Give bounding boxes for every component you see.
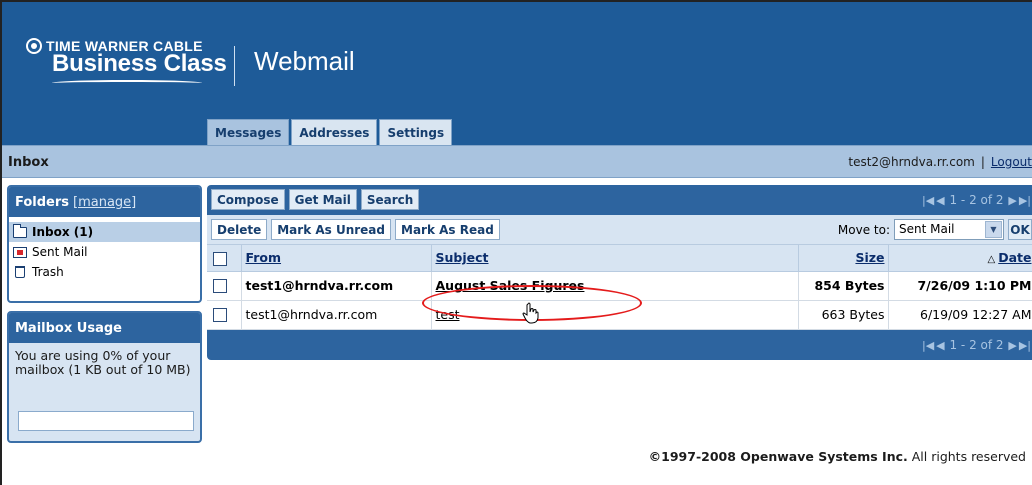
row-size: 663 Bytes [798, 300, 889, 330]
subject-header: Subject [431, 245, 799, 272]
prev-page-icon[interactable]: ◀ [936, 194, 944, 207]
trash-icon [12, 264, 28, 280]
first-page-icon[interactable]: |◀ [922, 194, 934, 207]
move-to-label: Move to: [837, 222, 890, 237]
row-checkbox-cell [207, 271, 242, 301]
copyright-rest: All rights reserved [907, 449, 1026, 464]
webmail-window: TIME WARNER CABLE Business Class Webmail… [0, 0, 1032, 485]
last-page-icon[interactable]: ▶| [1019, 194, 1031, 207]
logo-divider [234, 46, 235, 86]
folders-title: Folders [15, 195, 70, 210]
mark-read-button[interactable]: Mark As Read [395, 219, 500, 240]
move-to-select[interactable]: Sent Mail ▼ [894, 219, 1004, 240]
pager-range: 1 - 2 of 2 [949, 337, 1004, 352]
date-header: △ Date [888, 245, 1032, 272]
table-row[interactable]: test1@hrndva.rr.com test 663 Bytes 6/19/… [207, 300, 1032, 330]
usage-progress-bar [18, 411, 194, 431]
row-checkbox-cell [207, 300, 242, 330]
search-button[interactable]: Search [360, 189, 420, 210]
user-email: test2@hrndva.rr.com [848, 155, 975, 169]
header: TIME WARNER CABLE Business Class Webmail… [2, 2, 1032, 146]
table-header-row: From Subject Size △ Date [207, 245, 1032, 272]
copyright-owner: ©1997-2008 Openwave Systems Inc. [648, 449, 908, 464]
tab-messages[interactable]: Messages [207, 119, 290, 146]
bottom-toolbar: |◀ ◀ 1 - 2 of 2 ▶ ▶| [207, 329, 1032, 360]
location-bar: Inbox test2@hrndva.rr.com | Logout [2, 145, 1032, 178]
prev-page-icon[interactable]: ◀ [936, 339, 944, 352]
pager-range: 1 - 2 of 2 [949, 193, 1004, 207]
row-date: 6/19/09 12:27 AM [888, 300, 1032, 330]
user-info: test2@hrndva.rr.com | Logout [848, 155, 1032, 169]
folder-inbox[interactable]: Inbox (1) [9, 222, 200, 242]
tab-settings[interactable]: Settings [379, 119, 453, 145]
eye-logo-icon [26, 38, 42, 54]
folders-header: Folders [manage] [9, 187, 200, 217]
delete-button[interactable]: Delete [211, 219, 268, 240]
get-mail-button[interactable]: Get Mail [288, 189, 357, 210]
user-separator: | [980, 155, 985, 169]
message-table: From Subject Size △ Date test1@hrndva.rr.… [207, 245, 1032, 330]
logout-link[interactable]: Logout [991, 155, 1032, 169]
tab-addresses[interactable]: Addresses [291, 119, 378, 145]
from-header: From [241, 245, 432, 272]
mark-unread-button[interactable]: Mark As Unread [271, 219, 391, 240]
main-tabs: Messages Addresses Settings [207, 119, 453, 146]
row-subject-link[interactable]: test [436, 307, 460, 322]
pager-top: |◀ ◀ 1 - 2 of 2 ▶ ▶| [921, 193, 1032, 207]
last-page-icon[interactable]: ▶| [1019, 339, 1031, 352]
chevron-down-icon: ▼ [985, 221, 1002, 238]
sort-size-link[interactable]: Size [855, 250, 884, 265]
folder-inbox-label: Inbox (1) [32, 225, 94, 239]
manage-folders-link[interactable]: [manage] [73, 195, 136, 210]
brand-swoosh [52, 80, 202, 86]
row-checkbox[interactable] [213, 308, 227, 323]
next-page-icon[interactable]: ▶ [1008, 194, 1016, 207]
folders-panel: Folders [manage] Inbox (1) Sent Mail Tras… [7, 185, 202, 303]
hand-cursor-icon [522, 302, 539, 324]
sort-asc-icon: △ [987, 254, 996, 266]
move-to-value: Sent Mail [899, 222, 955, 236]
copyright: ©1997-2008 Openwave Systems Inc. All rig… [649, 449, 1026, 464]
folder-icon [12, 223, 28, 240]
size-header: Size [798, 245, 889, 272]
select-all-cell [207, 245, 242, 272]
pager-bottom: |◀ ◀ 1 - 2 of 2 ▶ ▶| [921, 338, 1032, 352]
action-toolbar: Delete Mark As Unread Mark As Read Move to… [207, 215, 1032, 245]
usage-header: Mailbox Usage [9, 313, 200, 343]
sort-date-link[interactable]: Date [998, 250, 1031, 265]
folder-sent-label: Sent Mail [32, 245, 88, 259]
mailbox-usage-panel: Mailbox Usage You are using 0% of your m… [7, 311, 202, 443]
row-from: test1@hrndva.rr.com [241, 271, 432, 301]
row-checkbox[interactable] [213, 279, 227, 294]
row-date: 7/26/09 1:10 PM [888, 271, 1032, 301]
usage-text: You are using 0% of your mailbox (1 KB o… [15, 348, 191, 377]
sort-from-link[interactable]: From [246, 250, 282, 265]
top-toolbar: Compose Get Mail Search |◀ ◀ 1 - 2 of 2 ▶ ▶| [207, 185, 1032, 215]
folder-trash-label: Trash [32, 265, 64, 279]
sort-subject-link[interactable]: Subject [436, 250, 489, 265]
move-to-group: Move to: Sent Mail ▼ OK [838, 219, 1032, 240]
folder-trash[interactable]: Trash [9, 262, 200, 282]
compose-button[interactable]: Compose [211, 189, 285, 210]
first-page-icon[interactable]: |◀ [922, 339, 934, 352]
table-row[interactable]: test1@hrndva.rr.com August Sales Figures… [207, 271, 1032, 301]
next-page-icon[interactable]: ▶ [1008, 339, 1016, 352]
message-list-area: Compose Get Mail Search |◀ ◀ 1 - 2 of 2 ▶ ▶|… [207, 185, 1032, 360]
row-subject-link[interactable]: August Sales Figures [436, 278, 585, 293]
page-title: Inbox [8, 155, 49, 170]
folder-sent-mail[interactable]: Sent Mail [9, 242, 200, 262]
row-size: 854 Bytes [798, 271, 889, 301]
sent-mail-icon [12, 244, 28, 260]
row-subject-cell: test [431, 300, 799, 330]
product-title: Webmail [254, 46, 355, 76]
row-from: test1@hrndva.rr.com [241, 300, 432, 330]
move-ok-button[interactable]: OK [1008, 219, 1032, 240]
brand-line2: Business Class [52, 50, 227, 77]
select-all-checkbox[interactable] [213, 251, 227, 266]
row-subject-cell: August Sales Figures [431, 271, 799, 301]
